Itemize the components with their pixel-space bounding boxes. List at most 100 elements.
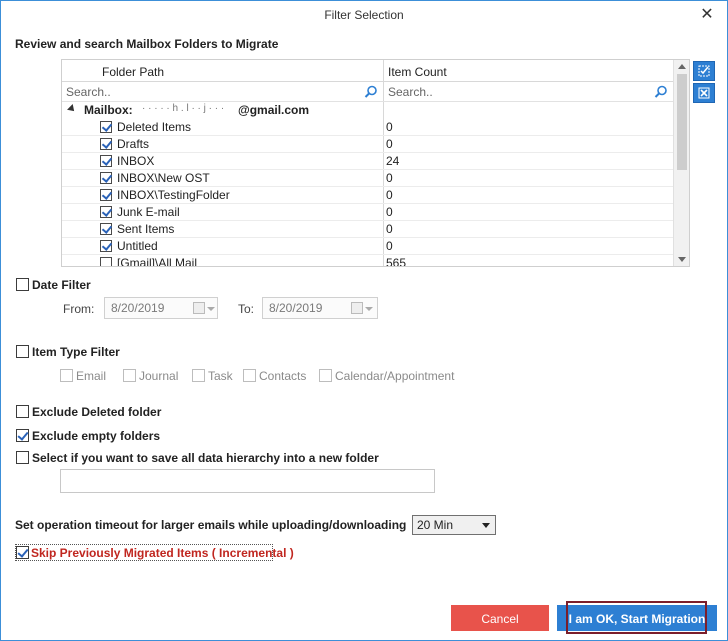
folder-name: INBOX\New OST	[117, 171, 210, 185]
count-search-input[interactable]	[384, 83, 654, 101]
mailbox-label: Mailbox:	[84, 103, 133, 117]
to-date-value: 8/20/2019	[269, 301, 323, 315]
incremental-label: Skip Previously Migrated Items ( Increme…	[31, 546, 294, 560]
folder-checkbox[interactable]	[100, 121, 112, 133]
timeout-label: Set operation timeout for larger emails …	[15, 518, 407, 532]
folder-checkbox[interactable]	[100, 257, 112, 266]
cancel-button[interactable]: Cancel	[451, 605, 549, 631]
folder-checkbox[interactable]	[100, 155, 112, 167]
type-calendar-label: Calendar/Appointment	[335, 369, 455, 383]
timeout-value: 20 Min	[417, 518, 454, 532]
folder-item-count: 565	[386, 256, 407, 267]
save-hierarchy-checkbox[interactable]	[16, 451, 29, 464]
folder-name: Deleted Items	[117, 120, 192, 134]
mailbox-email-domain: @gmail.com	[238, 103, 310, 117]
select-all-button[interactable]	[693, 61, 715, 81]
type-journal-checkbox[interactable]	[123, 369, 136, 382]
highlight-box	[566, 601, 707, 634]
folder-checkbox[interactable]	[100, 206, 112, 218]
folder-row[interactable]: INBOX 24	[62, 153, 674, 170]
folder-name: INBOX\TestingFolder	[117, 188, 230, 202]
scrollbar-thumb[interactable]	[677, 74, 687, 170]
date-filter-checkbox[interactable]	[16, 278, 29, 291]
exclude-empty-checkbox[interactable]	[16, 429, 29, 442]
folder-row[interactable]: Untitled 0	[62, 238, 674, 255]
type-journal-label: Journal	[139, 369, 179, 383]
folder-checkbox[interactable]	[100, 138, 112, 150]
uncheck-all-icon	[698, 87, 710, 99]
type-contacts-checkbox[interactable]	[243, 369, 256, 382]
column-header-item-count[interactable]: Item Count	[388, 60, 447, 82]
calendar-icon[interactable]	[351, 302, 363, 314]
mailbox-group-row[interactable]: Mailbox: · · · · · h . l · · j · · · @gm…	[62, 102, 674, 118]
timeout-select[interactable]: 20 Min	[412, 515, 496, 535]
folder-row[interactable]: INBOX\TestingFolder 0	[62, 187, 674, 204]
section-heading: Review and search Mailbox Folders to Mig…	[15, 37, 279, 51]
folder-item-count: 0	[386, 137, 393, 151]
filter-selection-dialog: Filter Selection ✕ Review and search Mai…	[0, 0, 728, 641]
folder-row[interactable]: INBOX\New OST 0	[62, 170, 674, 187]
type-email-checkbox[interactable]	[60, 369, 73, 382]
folder-name: INBOX	[117, 154, 155, 168]
scroll-down-icon[interactable]	[678, 257, 686, 262]
type-task-checkbox[interactable]	[192, 369, 205, 382]
folder-item-count: 0	[386, 222, 393, 236]
folder-item-count: 0	[386, 205, 393, 219]
folder-row[interactable]: Sent Items 0	[62, 221, 674, 238]
folder-search-input[interactable]	[62, 83, 362, 101]
type-email-label: Email	[76, 369, 107, 383]
item-type-filter-checkbox[interactable]	[16, 345, 29, 358]
type-calendar-checkbox[interactable]	[319, 369, 332, 382]
folder-item-count: 0	[386, 188, 393, 202]
mailbox-email-masked: · · · · · h . l · · j · · ·	[142, 103, 225, 114]
chevron-down-icon[interactable]	[482, 523, 490, 528]
to-date-picker[interactable]: 8/20/2019	[262, 297, 378, 319]
type-task-label: Task	[208, 369, 233, 383]
search-row	[62, 82, 674, 102]
folder-grid: Folder Path Item Count Mailbox: · · · · …	[61, 59, 690, 267]
folder-item-count: 0	[386, 171, 393, 185]
vertical-scrollbar[interactable]	[673, 60, 689, 266]
to-label: To:	[238, 302, 255, 316]
exclude-deleted-checkbox[interactable]	[16, 405, 29, 418]
from-label: From:	[63, 302, 95, 316]
from-date-value: 8/20/2019	[111, 301, 165, 315]
search-icon[interactable]	[364, 85, 378, 99]
chevron-down-icon[interactable]	[365, 307, 373, 311]
folder-name: Junk E-mail	[117, 205, 180, 219]
exclude-empty-label: Exclude empty folders	[32, 429, 161, 443]
chevron-down-icon[interactable]	[207, 307, 215, 311]
folder-name: Sent Items	[117, 222, 175, 236]
exclude-deleted-label: Exclude Deleted folder	[32, 405, 162, 419]
save-hierarchy-label: Select if you want to save all data hier…	[32, 451, 379, 465]
folder-checkbox[interactable]	[100, 223, 112, 235]
folder-name: Untitled	[117, 239, 158, 253]
scroll-up-icon[interactable]	[678, 64, 686, 69]
type-contacts-label: Contacts	[259, 369, 307, 383]
folder-row[interactable]: Drafts 0	[62, 136, 674, 153]
search-icon[interactable]	[654, 85, 668, 99]
check-all-icon	[698, 65, 710, 77]
incremental-checkbox[interactable]	[16, 546, 29, 559]
close-icon[interactable]: ✕	[693, 1, 721, 29]
folder-row[interactable]: Deleted Items 0	[62, 119, 674, 136]
dialog-title: Filter Selection	[324, 8, 404, 22]
folder-checkbox[interactable]	[100, 189, 112, 201]
folder-checkbox[interactable]	[100, 172, 112, 184]
folder-name: Drafts	[117, 137, 150, 151]
folder-row[interactable]: Junk E-mail 0	[62, 204, 674, 221]
grid-header: Folder Path Item Count	[62, 60, 674, 82]
date-filter-label: Date Filter	[32, 278, 91, 292]
folder-checkbox[interactable]	[100, 240, 112, 252]
collapse-triangle-icon[interactable]	[67, 104, 77, 114]
column-header-folder-path[interactable]: Folder Path	[102, 60, 164, 82]
folder-item-count: 0	[386, 239, 393, 253]
new-folder-name-input[interactable]	[60, 469, 435, 493]
item-type-filter-label: Item Type Filter	[32, 345, 120, 359]
from-date-picker[interactable]: 8/20/2019	[104, 297, 218, 319]
calendar-icon[interactable]	[193, 302, 205, 314]
folder-item-count: 0	[386, 120, 393, 134]
folder-name: [Gmail]\All Mail	[117, 256, 198, 267]
deselect-all-button[interactable]	[693, 83, 715, 103]
folder-row[interactable]: [Gmail]\All Mail 565	[62, 255, 674, 267]
